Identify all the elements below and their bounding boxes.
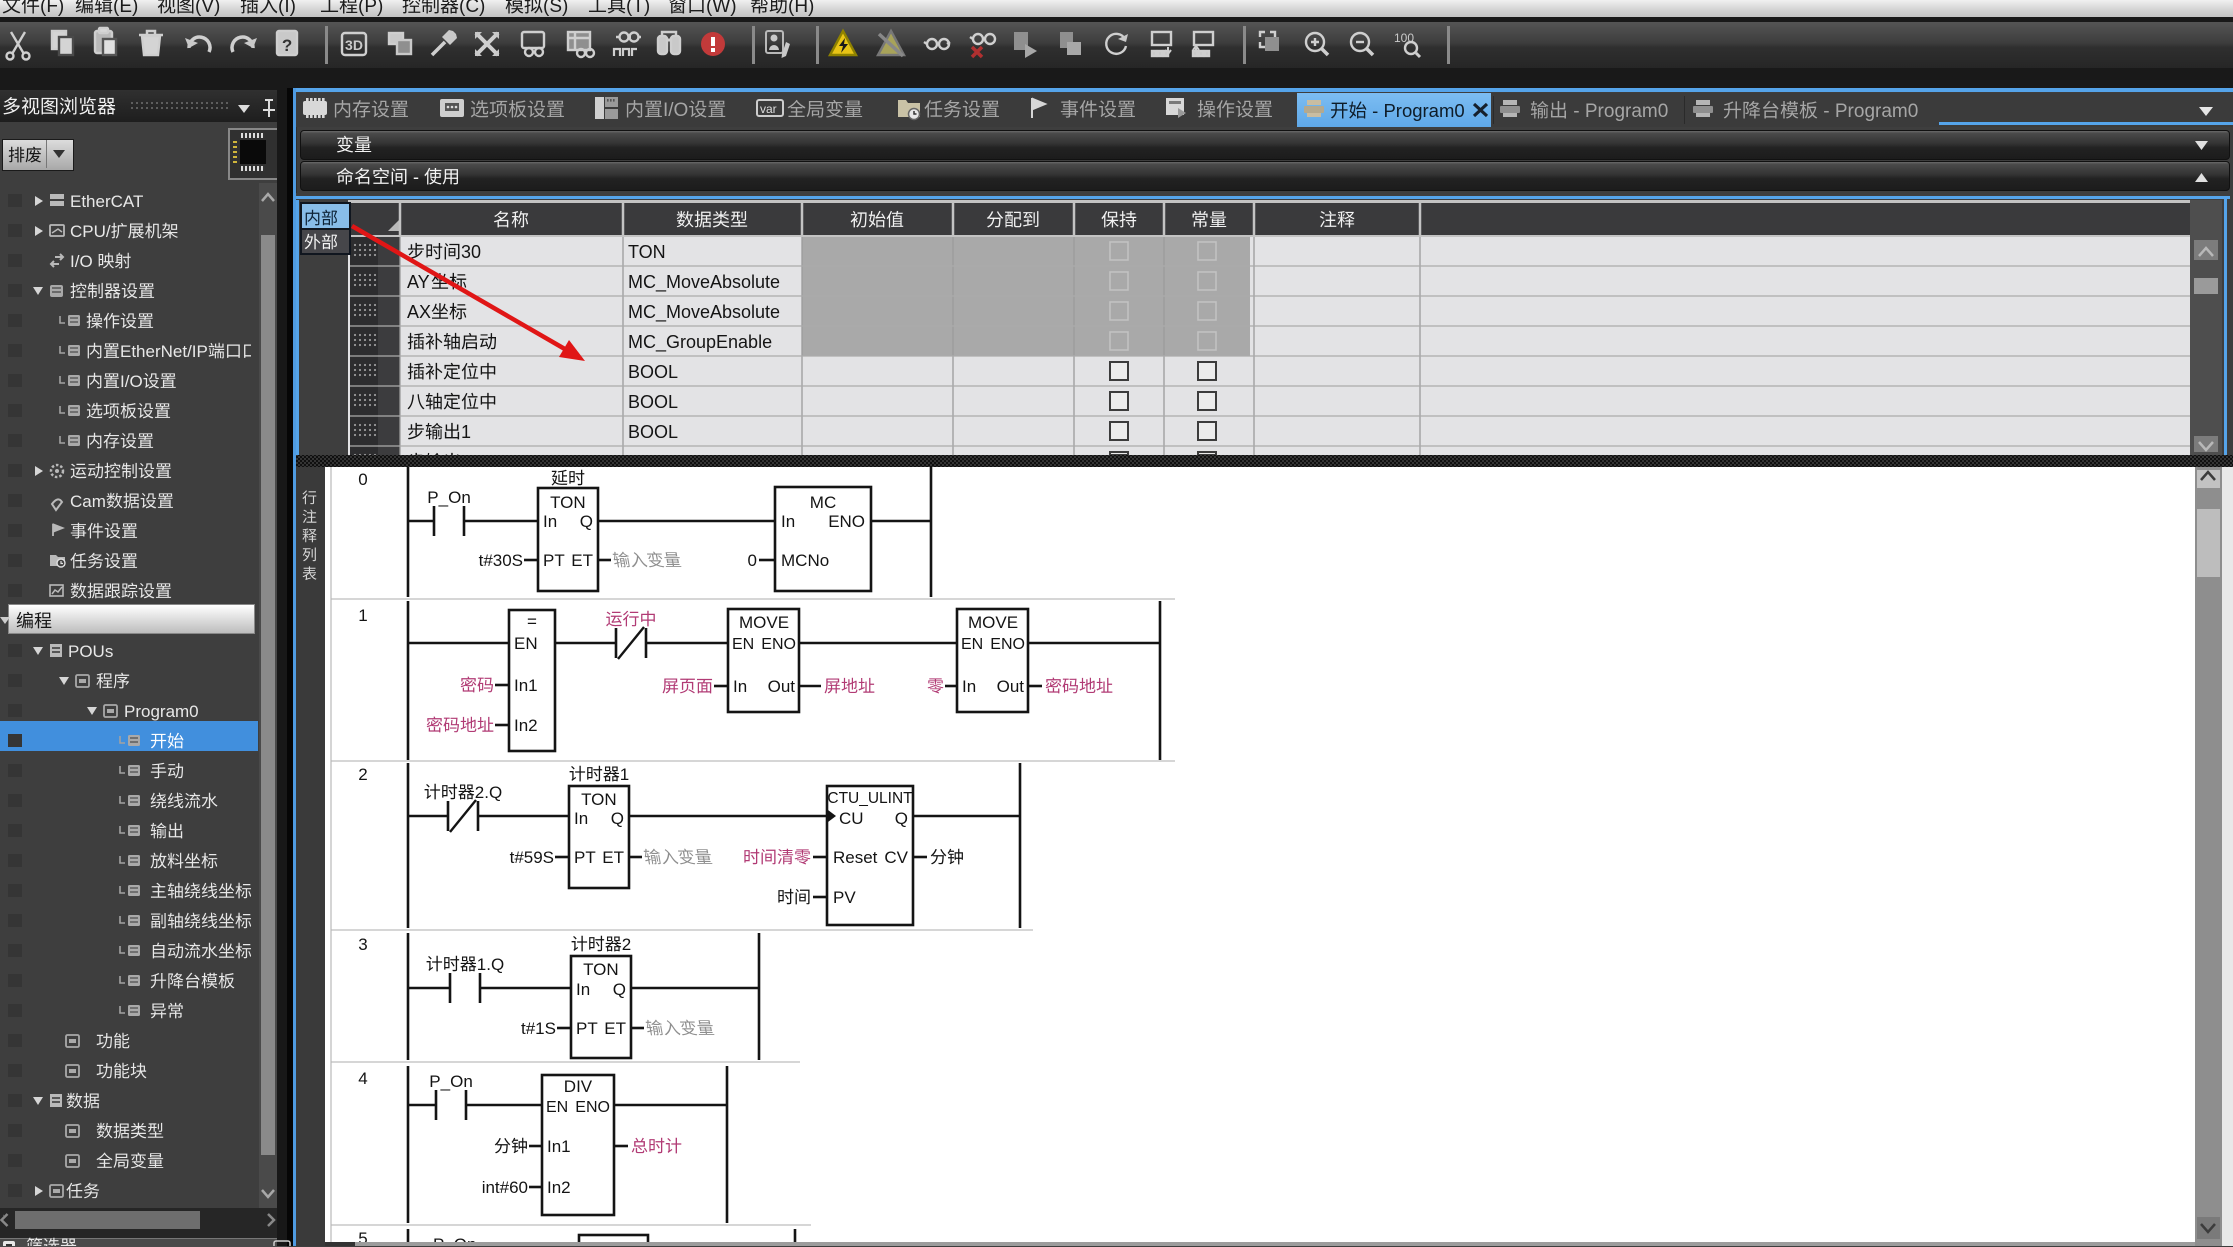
svg-text:MOVE: MOVE	[739, 613, 789, 632]
svg-text:MC_GroupEnable: MC_GroupEnable	[628, 332, 772, 353]
svg-text:Cam: Cam	[70, 492, 106, 511]
svg-text:(T): (T)	[626, 0, 650, 17]
svg-text:ET: ET	[604, 1019, 626, 1038]
svg-text:PV: PV	[833, 888, 856, 907]
svg-text:ENO: ENO	[761, 636, 796, 653]
svg-text:EtherCAT: EtherCAT	[70, 192, 143, 211]
svg-text:0: 0	[748, 551, 757, 570]
svg-text:ENO: ENO	[575, 1099, 610, 1116]
svg-text:AX: AX	[407, 302, 431, 322]
svg-text:EN: EN	[514, 634, 538, 653]
svg-text:MCNo: MCNo	[781, 551, 829, 570]
svg-text:Out: Out	[768, 677, 796, 696]
svg-text:EtherNet/IP: EtherNet/IP	[120, 342, 208, 361]
svg-text:(I): (I)	[278, 0, 296, 17]
svg-text:1: 1	[461, 422, 471, 442]
svg-text:MC_MoveAbsolute: MC_MoveAbsolute	[628, 302, 780, 323]
svg-text:BOOL: BOOL	[628, 362, 678, 382]
svg-text:MC_MoveAbsolute: MC_MoveAbsolute	[628, 272, 780, 293]
svg-text:Program0: Program0	[124, 702, 199, 721]
svg-text:P_On: P_On	[429, 1072, 472, 1091]
svg-text:TON: TON	[581, 790, 617, 809]
svg-text:=: =	[527, 612, 537, 631]
svg-text:In: In	[962, 677, 976, 696]
svg-text:In1: In1	[514, 676, 538, 695]
svg-text:(F): (F)	[40, 0, 64, 17]
svg-text:int#60: int#60	[482, 1178, 528, 1197]
svg-text:In: In	[733, 677, 747, 696]
svg-text:In: In	[576, 980, 590, 999]
svg-text:2: 2	[358, 765, 367, 784]
svg-text:BOOL: BOOL	[628, 422, 678, 442]
svg-text:1: 1	[620, 765, 629, 784]
svg-text:- Program0: - Program0	[1367, 100, 1465, 121]
svg-text:In: In	[574, 809, 588, 828]
svg-text:1: 1	[358, 606, 367, 625]
svg-text:MOVE: MOVE	[968, 613, 1018, 632]
svg-text:MC: MC	[810, 493, 836, 512]
svg-text:Reset: Reset	[833, 848, 878, 867]
svg-text:Q: Q	[580, 512, 593, 531]
svg-text:BOOL: BOOL	[628, 392, 678, 412]
svg-text:2: 2	[622, 935, 631, 954]
svg-text:2.Q: 2.Q	[475, 783, 502, 802]
svg-text:POUs: POUs	[68, 642, 113, 661]
svg-text:CU: CU	[839, 809, 864, 828]
svg-text:30: 30	[461, 242, 481, 262]
svg-text:TON: TON	[628, 242, 666, 262]
svg-text:I/O: I/O	[663, 100, 688, 121]
svg-text:(C): (C)	[459, 0, 485, 17]
svg-text:(E): (E)	[113, 0, 138, 17]
svg-text:ENO: ENO	[828, 512, 865, 531]
svg-text:CPU/: CPU/	[70, 222, 111, 241]
svg-text:t#59S: t#59S	[510, 848, 554, 867]
svg-text:Out: Out	[997, 677, 1025, 696]
svg-text:- Program0: - Program0	[1818, 101, 1918, 122]
svg-text:var: var	[760, 102, 777, 116]
svg-text:Q: Q	[611, 809, 624, 828]
svg-text:Q: Q	[613, 980, 626, 999]
svg-text:EN: EN	[732, 636, 754, 653]
svg-text:PT: PT	[574, 848, 596, 867]
svg-text:P_On: P_On	[427, 488, 470, 507]
svg-text:In2: In2	[514, 716, 538, 735]
svg-text:TON: TON	[583, 960, 619, 979]
svg-text:In: In	[781, 512, 795, 531]
svg-text:I/O: I/O	[120, 372, 143, 391]
svg-text:?: ?	[282, 36, 292, 55]
svg-text:ET: ET	[602, 848, 624, 867]
svg-text:EN: EN	[546, 1099, 568, 1116]
svg-text:1.Q: 1.Q	[477, 955, 504, 974]
svg-text:t#30S: t#30S	[479, 551, 523, 570]
svg-text:In1: In1	[547, 1137, 571, 1156]
svg-text:3: 3	[358, 935, 367, 954]
svg-text:EN: EN	[961, 636, 983, 653]
svg-text:CV: CV	[884, 848, 908, 867]
svg-text:(S): (S)	[543, 0, 568, 17]
svg-text:DIV: DIV	[564, 1077, 593, 1096]
svg-text:ENO: ENO	[990, 636, 1025, 653]
svg-text:AY: AY	[407, 272, 430, 292]
svg-text:PT: PT	[543, 551, 565, 570]
svg-text:CTU_ULINT: CTU_ULINT	[827, 790, 913, 807]
svg-text:PT: PT	[576, 1019, 598, 1038]
svg-text:4: 4	[358, 1069, 367, 1088]
svg-text:-: -	[408, 167, 424, 187]
svg-text:TON: TON	[550, 493, 586, 512]
svg-text:(V): (V)	[195, 0, 220, 17]
svg-text:3D: 3D	[345, 37, 363, 53]
svg-text:0: 0	[358, 470, 367, 489]
svg-text:(W): (W)	[706, 0, 737, 17]
svg-text:- Program0: - Program0	[1568, 101, 1668, 122]
svg-text:I/O: I/O	[70, 252, 97, 271]
svg-text:In: In	[543, 512, 557, 531]
svg-text:(P): (P)	[358, 0, 383, 17]
svg-text:(H): (H)	[788, 0, 814, 17]
svg-text:t#1S: t#1S	[521, 1019, 556, 1038]
svg-text:In2: In2	[547, 1178, 571, 1197]
svg-text:ET: ET	[571, 551, 593, 570]
svg-text:Q: Q	[895, 809, 908, 828]
